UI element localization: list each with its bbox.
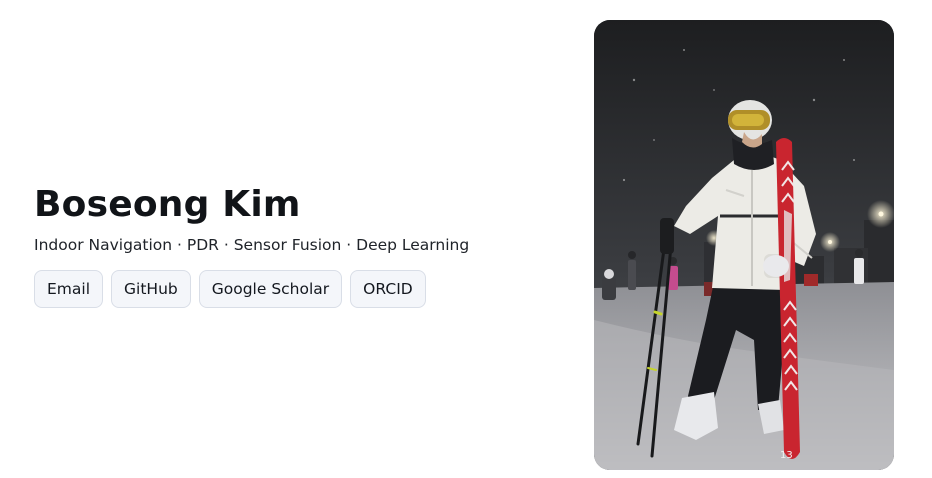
ski-number: 13 [780,450,793,461]
profile-name: Boseong Kim [34,184,301,225]
github-link[interactable]: GitHub [111,270,191,308]
profile-intro: Boseong Kim Indoor Navigation · PDR · Se… [34,184,574,308]
glove [763,255,789,277]
profile-page: Boseong Kim Indoor Navigation · PDR · Se… [0,0,932,478]
profile-photo: 13 [594,20,894,470]
google-scholar-link[interactable]: Google Scholar [198,270,343,308]
research-interests: Indoor Navigation · PDR · Sensor Fusion … [34,236,470,254]
profile-links: Email GitHub Google Scholar ORCID [34,270,574,308]
email-link[interactable]: Email [34,270,104,308]
skier-photo-illustration: 13 [594,20,894,470]
orcid-link[interactable]: ORCID [350,270,426,308]
